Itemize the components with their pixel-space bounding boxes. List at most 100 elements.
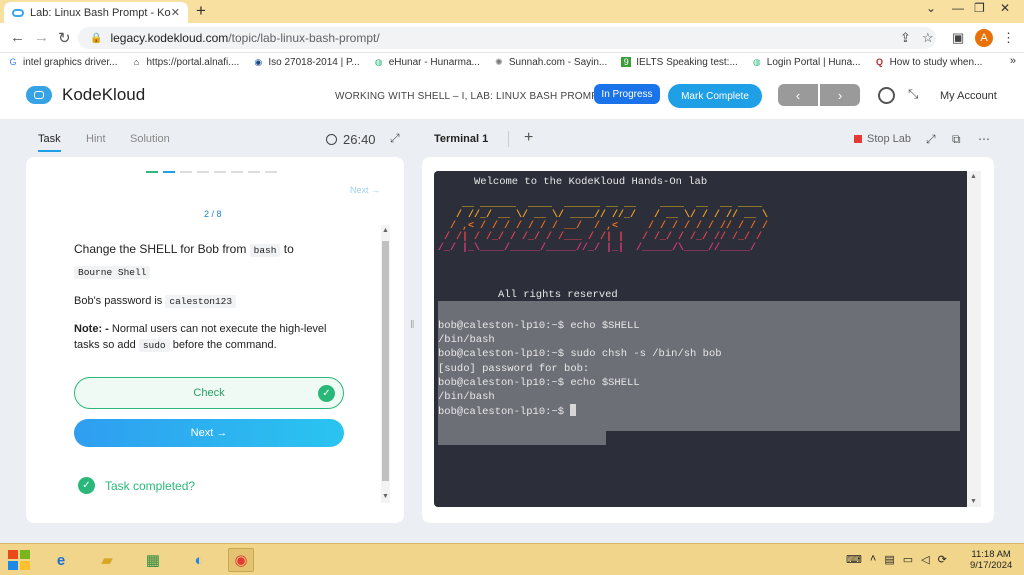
scroll-down-icon[interactable]: ▼: [382, 493, 389, 500]
share-icon[interactable]: ⇪: [900, 30, 911, 46]
code-bourne-shell: Bourne Shell: [74, 266, 151, 279]
collapse-icon[interactable]: ⤡: [908, 86, 918, 102]
next-button[interactable]: Next →: [74, 419, 344, 447]
ehunar-icon: ◍: [374, 57, 383, 67]
restore-button[interactable]: ❐: [974, 1, 985, 15]
keyboard-icon[interactable]: ⌨: [846, 553, 862, 566]
terminal-line: [sudo] password for bob:: [438, 362, 590, 375]
sunnah-icon: ✺: [495, 57, 503, 67]
edge-icon[interactable]: ◐: [186, 548, 212, 572]
open-new-window-icon[interactable]: ⧉: [952, 132, 961, 147]
terminal-screen[interactable]: Welcome to the KodeKloud Hands-On lab __…: [434, 171, 981, 507]
code-sudo: sudo: [138, 339, 170, 352]
back-button[interactable]: ←: [10, 29, 25, 46]
tab-hint[interactable]: Hint: [86, 133, 106, 145]
expand-task-icon[interactable]: ⤢: [390, 131, 400, 146]
url-path: /topic/lab-linux-bash-prompt/: [228, 31, 380, 45]
close-window-button[interactable]: ✕: [1000, 1, 1010, 15]
tab-task[interactable]: Task: [38, 133, 61, 152]
bookmark-item[interactable]: Gintel graphics driver...: [8, 56, 118, 68]
google-icon: G: [9, 57, 17, 67]
quora-icon: Q: [876, 57, 884, 67]
ascii-art-line: /_/ |_\____/_____/_____//_/ |_| /_____/\…: [438, 243, 757, 254]
bookmark-item[interactable]: ◍ Login Portal | Huna...: [752, 57, 861, 68]
bookmark-item[interactable]: Q How to study when...: [875, 57, 982, 68]
terminal-line: bob@caleston-lp10:~$ sudo chsh -s /bin/s…: [438, 348, 722, 361]
bookmark-item[interactable]: ◍ eHunar - Hunarma...: [374, 57, 480, 68]
scroll-up-icon[interactable]: ▲: [382, 227, 389, 234]
battery-icon[interactable]: ▭: [903, 553, 913, 566]
terminal-tabs: Terminal 1 + Stop Lab ⤢ ⧉ ⋯: [422, 129, 994, 157]
checkmark-icon: ✓: [318, 385, 335, 402]
theme-toggle-icon[interactable]: [878, 87, 895, 104]
profile-avatar[interactable]: A: [975, 29, 993, 47]
question-prefix: Change the SHELL for Bob from: [74, 242, 250, 256]
lab-timer: 26:40: [326, 132, 376, 147]
bookmark-item[interactable]: ⌂ https://portal.alnafi....: [132, 57, 240, 68]
reload-button[interactable]: ↻: [58, 29, 71, 47]
sidepanel-icon[interactable]: ▣: [952, 30, 964, 46]
chrome-icon[interactable]: ◉: [228, 548, 254, 572]
terminal-prompt: bob@caleston-lp10:~$: [438, 404, 722, 419]
my-account-link[interactable]: My Account: [940, 90, 997, 102]
windows-start-icon[interactable]: [8, 550, 30, 570]
add-terminal-button[interactable]: +: [524, 129, 533, 147]
task-scrollbar[interactable]: ▲ ▼: [381, 225, 390, 503]
task-completed-label: Task completed?: [105, 478, 196, 493]
ielts-icon: 9: [621, 57, 632, 67]
system-tray: ⌨ ˄ ▤ ▭ ◁ ⟳: [846, 553, 947, 566]
system-clock[interactable]: 11:18 AM 9/17/2024: [970, 549, 1012, 571]
check-circle-icon: ✓: [78, 477, 95, 494]
tab-terminal-1[interactable]: Terminal 1: [434, 133, 488, 145]
network-icon[interactable]: ▤: [884, 553, 894, 566]
new-tab-button[interactable]: +: [196, 1, 206, 21]
step-indicator: [146, 171, 282, 173]
chevron-up-icon[interactable]: ˄: [870, 553, 876, 566]
task-completed-toggle[interactable]: ✓ Task completed?: [78, 477, 195, 494]
url-input[interactable]: 🔒 legacy.kodekloud.com /topic/lab-linux-…: [78, 27, 936, 49]
kodekloud-logo[interactable]: KodeKloud: [26, 85, 145, 105]
previous-lesson-button[interactable]: ‹: [778, 84, 818, 106]
terminal-line: /bin/bash: [438, 391, 495, 404]
scroll-thumb[interactable]: [382, 241, 389, 481]
terminal-scrollbar[interactable]: ▲ ▼: [967, 171, 981, 507]
ascii-art-line: / ,< / / / / / / / __/ / ,< / / / / / / …: [438, 221, 769, 232]
note-label: Note: -: [74, 323, 109, 335]
file-explorer-icon[interactable]: ▰: [94, 548, 120, 572]
app-header: KodeKloud WORKING WITH SHELL – I, LAB: L…: [0, 71, 1024, 119]
bookmark-item[interactable]: 9 IELTS Speaking test:...: [621, 57, 738, 68]
bookmark-star-icon[interactable]: ☆: [922, 30, 934, 46]
tab-solution[interactable]: Solution: [130, 133, 170, 145]
stop-lab-button[interactable]: Stop Lab: [854, 133, 911, 145]
note-text-part: before the command.: [169, 339, 277, 351]
bookmark-label: intel graphics driver...: [23, 56, 118, 68]
status-badge: In Progress: [594, 84, 660, 104]
bookmark-item[interactable]: ◉ Iso 27018-2014 | P...: [253, 57, 359, 68]
bookmarks-more-icon[interactable]: »: [1010, 55, 1016, 67]
address-bar-row: ← → ↻ 🔒 legacy.kodekloud.com /topic/lab-…: [0, 23, 1024, 53]
close-tab-icon[interactable]: ✕: [171, 6, 180, 19]
panel-splitter-handle[interactable]: ‖: [410, 319, 415, 331]
hunar-icon: ◍: [752, 57, 761, 67]
browser-menu-icon[interactable]: ⋮: [1002, 30, 1015, 46]
bookmark-item[interactable]: ✺ Sunnah.com - Sayin...: [494, 57, 607, 68]
browser-tab-strip: Lab: Linux Bash Prompt - KodeKl ✕ + ⌄ — …: [0, 0, 1024, 23]
next-question-link[interactable]: Next →: [350, 185, 380, 195]
store-icon[interactable]: ▦: [140, 548, 166, 572]
scroll-down-icon[interactable]: ▼: [970, 498, 977, 505]
scroll-up-icon[interactable]: ▲: [970, 173, 977, 180]
tab-search-icon[interactable]: ⌄: [926, 1, 936, 15]
volume-icon[interactable]: ◁: [921, 553, 929, 566]
mark-complete-button[interactable]: Mark Complete: [668, 84, 762, 108]
forward-button[interactable]: →: [34, 29, 49, 46]
internet-explorer-icon[interactable]: e: [48, 548, 74, 572]
expand-terminal-icon[interactable]: ⤢: [926, 132, 936, 147]
minimize-button[interactable]: —: [952, 1, 964, 15]
more-options-icon[interactable]: ⋯: [978, 132, 990, 146]
browser-tab[interactable]: Lab: Linux Bash Prompt - KodeKl ✕: [4, 2, 188, 23]
next-lesson-button[interactable]: ›: [820, 84, 860, 106]
sync-icon[interactable]: ⟳: [938, 553, 947, 566]
check-button[interactable]: Check ✓: [74, 377, 344, 409]
question-mid: to: [280, 242, 294, 256]
step-dot: [146, 171, 158, 173]
